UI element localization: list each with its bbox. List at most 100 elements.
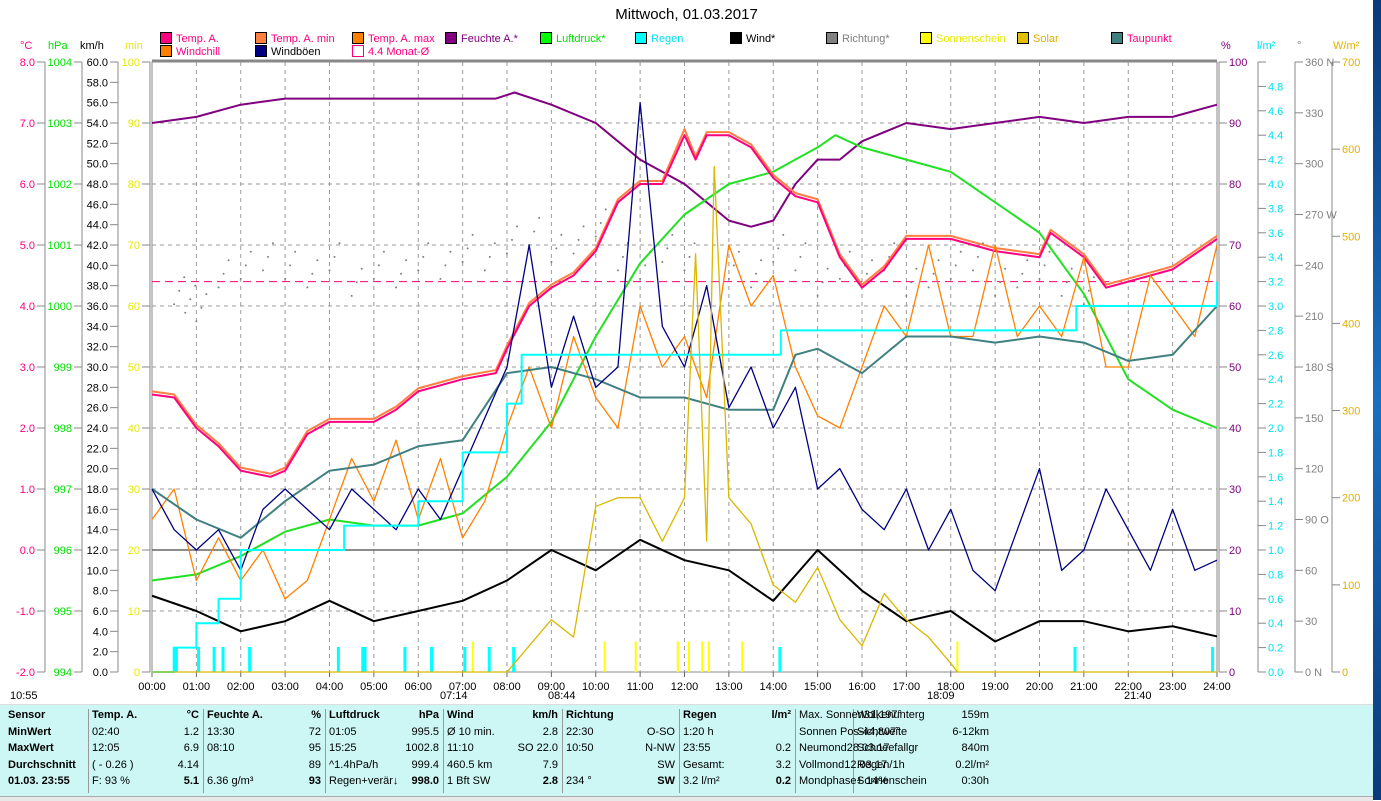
kmh-tick-label: 48.0 [87,179,108,191]
degree-tick-label: 90 O [1305,515,1329,527]
stats-value: 0:30h [961,775,989,787]
kmh-tick-label: 50.0 [87,159,108,171]
stats-row: 22:30 O-SO [562,726,679,743]
rain-tick-label: 1.0 [1268,545,1283,557]
direction-dot [954,264,957,267]
direction-dot [184,311,187,314]
x-tick-label: 03:00 [271,681,299,693]
direction-dot [910,281,913,284]
stats-label: Mondphase [799,775,857,787]
stats-row: Regen/1h 0.2l/m² [853,759,993,776]
direction-dot [1026,259,1029,262]
direction-dot [1021,272,1024,275]
stats-label: 10:50 [566,742,594,754]
celsius-tick-label: 3.0 [20,362,35,374]
stats-row: Sonnenschein 0:30h [853,775,993,792]
direction-dot [760,259,763,262]
rain-bar [221,647,225,672]
kmh-tick-label: 46.0 [87,199,108,211]
rain-tick-label: 3.8 [1268,203,1283,215]
direction-dot [466,247,469,250]
direction-dot [959,250,962,253]
kmh-tick-label: 34.0 [87,321,108,333]
stats-label: 1 Bft SW [447,775,491,787]
min-tick-label: 0 [134,667,140,679]
stats-value: 159m [961,709,989,721]
rain-tick-label: 0.0 [1268,667,1283,679]
direction-dot [693,242,696,245]
percent-tick-label: 70 [1229,240,1241,252]
celsius-tick-label: 4.0 [20,301,35,313]
stats-row: Mondphase + 14% [795,775,888,792]
direction-dot [449,250,452,253]
direction-dot [284,277,287,280]
kmh-tick-label: 8.0 [93,586,108,598]
direction-dot [328,269,331,272]
direction-dot [782,233,785,236]
stats-column: Max. Sonnen 31,197° Sonnen Pos -44,807° Neum… [795,709,902,793]
stats-label: Regen [683,709,717,721]
kmh-tick-label: 28.0 [87,382,108,394]
degree-tick-label: 180 S [1305,362,1334,374]
stats-label: 23:55 [683,742,711,754]
degree-tick-label: 300 [1305,159,1323,171]
direction-dot [582,225,585,228]
direction-dot [893,242,896,245]
stats-label: 13:30 [207,725,235,738]
stats-label: 12:05 [92,742,120,754]
degree-tick-label: 30 [1305,616,1317,628]
direction-dot [306,286,309,289]
direction-dot [737,250,740,253]
percent-tick-label: 10 [1229,606,1241,618]
celsius-tick-label: 5.0 [20,240,35,252]
stats-label: Richtung [566,709,614,721]
direction-dot [666,247,669,250]
stats-row: Wind km/h [443,709,562,726]
stats-label: Luftdruck [329,709,380,721]
min-tick-label: 50 [128,362,140,374]
rain-bar [197,647,201,672]
hpa-tick-label: 1003 [48,118,72,130]
direction-dot [261,269,264,272]
hpa-tick-label: 1001 [48,240,72,252]
direction-dot [244,264,247,267]
sunshine-bar [676,641,679,672]
direction-dot [372,277,375,280]
sunshine-bar [956,641,959,672]
stats-row: Sichtweite 6-12km [853,726,993,743]
stats-row: 02:40 1.2 [88,726,203,743]
stats-row: Feuchte A.% [203,709,325,726]
stats-row: Schneefallgr 840m [853,742,993,759]
degree-tick-label: 240 [1305,260,1323,272]
direction-dot [189,298,192,301]
wm2-tick-label: 700 [1342,57,1360,69]
rain-tick-label: 3.4 [1268,252,1283,264]
kmh-tick-label: 36.0 [87,301,108,313]
direction-dot [794,269,797,272]
stats-row: Wolkenunterg 159m [853,709,993,726]
rain-bar [1211,647,1215,672]
hpa-tick-label: 999 [54,362,72,374]
stats-row: Regen+verär↓ 998.0 [325,775,443,792]
rain-bar [487,647,491,672]
min-tick-label: 40 [128,423,140,435]
stats-row: Regen l/m² [679,709,795,726]
rain-tick-label: 0.4 [1268,618,1283,630]
stats-row: Ø 10 min. 2.8 [443,726,562,743]
x-tick-label: 02:00 [227,681,255,693]
sunshine-bar [701,641,704,672]
stats-value: 999.4 [411,758,439,771]
stats-panel: Sensor MinWert MaxWert Durchschnitt 01.03. 2… [0,704,1373,797]
stats-label: 02:40 [92,725,120,738]
stats-row: Sensor [4,709,88,726]
wm2-tick-label: 400 [1342,318,1360,330]
direction-dot [866,272,868,275]
direction-dot [1060,294,1063,297]
direction-dot [838,277,841,280]
stats-label: Ø 10 min. [447,725,495,738]
x-tick-label: 13:00 [715,681,743,693]
direction-dot [1070,267,1073,270]
stats-row: Max. Sonnen 31,197° [795,709,902,726]
stats-row: 10:50 N-NW [562,742,679,759]
x-tick-label: 11:00 [627,681,654,693]
